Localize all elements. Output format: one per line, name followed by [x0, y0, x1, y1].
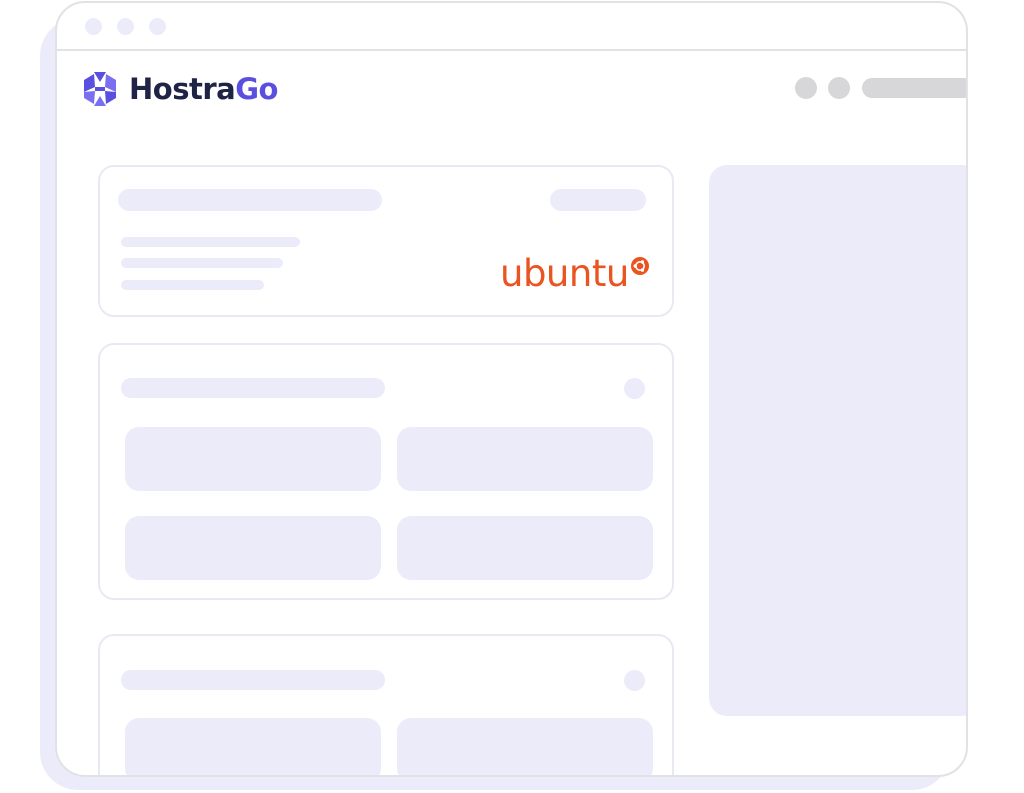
brand-logo[interactable]: HostraGo	[81, 69, 278, 109]
header-icon-placeholder[interactable]	[828, 77, 850, 99]
card-action-placeholder[interactable]	[624, 670, 645, 691]
ubuntu-logo: ubuntu	[500, 255, 649, 292]
ubuntu-wordmark: ubuntu	[500, 252, 629, 295]
brand-name-part2: Go	[235, 71, 278, 106]
illustration-stage: HostraGo ubuntu	[0, 0, 1024, 793]
window-dot-close	[85, 18, 102, 35]
option-tile-placeholder[interactable]	[397, 427, 653, 491]
text-line-placeholder	[121, 280, 264, 290]
option-tile-placeholder[interactable]	[397, 516, 653, 580]
card-badge-placeholder	[550, 189, 646, 211]
card-title-placeholder	[121, 670, 385, 690]
hostrago-logo-icon	[84, 72, 116, 106]
window-dot-minimize	[117, 18, 134, 35]
header-user-menu-placeholder[interactable]	[862, 78, 966, 98]
card-title-placeholder	[118, 189, 382, 211]
options-card	[98, 343, 674, 600]
browser-window: HostraGo ubuntu	[55, 1, 968, 777]
brand-name-part1: Hostra	[129, 71, 236, 106]
brand-name: HostraGo	[129, 71, 278, 106]
card-title-placeholder	[121, 378, 385, 398]
option-tile-placeholder[interactable]	[125, 427, 381, 491]
option-tile-placeholder[interactable]	[397, 718, 653, 775]
option-tile-placeholder[interactable]	[125, 516, 381, 580]
option-tile-placeholder[interactable]	[125, 718, 381, 775]
window-titlebar	[57, 3, 966, 51]
ubuntu-circle-of-friends-icon	[630, 257, 649, 275]
text-line-placeholder	[121, 258, 283, 268]
window-dot-maximize	[149, 18, 166, 35]
card-action-placeholder[interactable]	[624, 378, 645, 399]
options-card	[98, 634, 674, 775]
text-line-placeholder	[121, 237, 300, 247]
header-icon-placeholder[interactable]	[795, 77, 817, 99]
sidebar-panel-placeholder	[709, 165, 966, 716]
